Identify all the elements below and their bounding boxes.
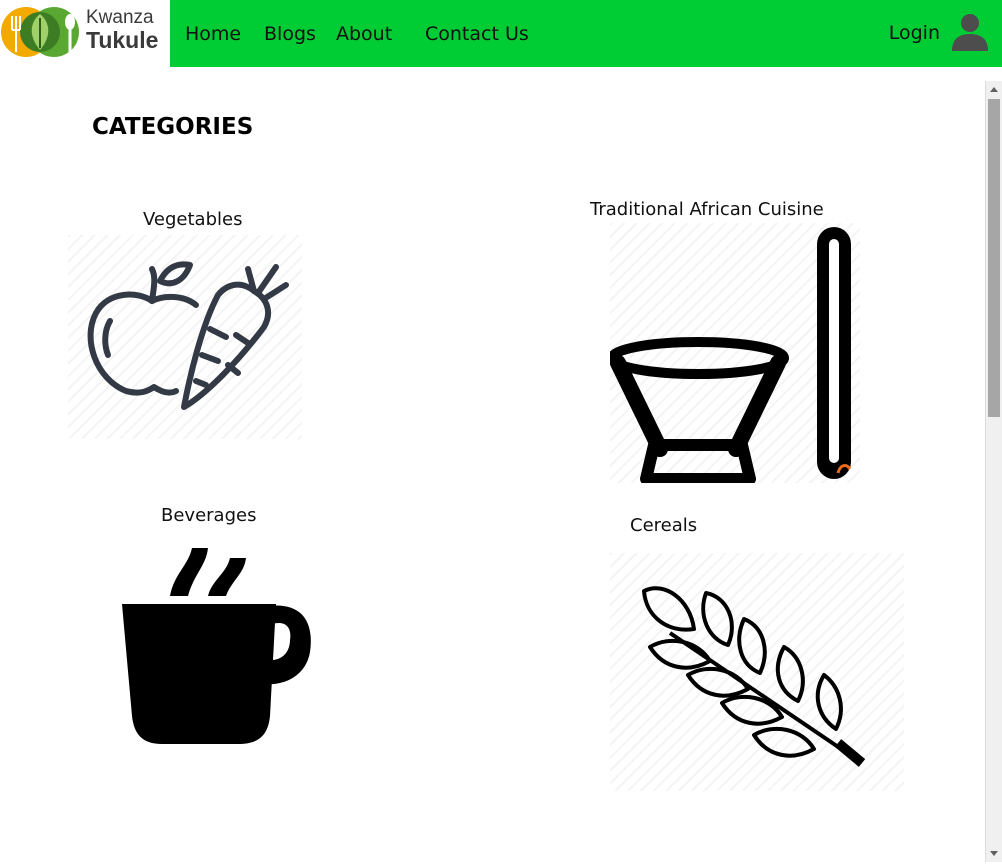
category-card-beverages[interactable]	[108, 540, 318, 750]
category-card-cereals[interactable]	[610, 553, 904, 791]
category-label-beverages[interactable]: Beverages	[161, 505, 256, 526]
category-card-vegetables[interactable]	[68, 235, 302, 439]
user-icon[interactable]	[950, 11, 990, 51]
apple-carrot-icon	[87, 261, 289, 410]
nav-blogs[interactable]: Blogs	[264, 23, 316, 45]
logo[interactable]: Kwanza Tukule	[0, 0, 170, 67]
nav-contact-us[interactable]: Contact Us	[425, 23, 529, 45]
category-label-cereals[interactable]: Cereals	[630, 515, 697, 536]
scroll-down-button[interactable]	[986, 845, 1002, 862]
nav-about[interactable]: About	[336, 23, 392, 45]
logo-text-line1: Kwanza	[86, 7, 154, 28]
logo-emblem-icon	[1, 7, 79, 57]
coffee-mug-icon	[122, 548, 311, 744]
scroll-up-button[interactable]	[986, 81, 1002, 98]
login-link[interactable]: Login	[889, 22, 940, 44]
category-label-traditional-african-cuisine[interactable]: Traditional African Cuisine	[590, 199, 824, 220]
navbar: Home Blogs About Contact Us Login	[170, 0, 1002, 67]
category-card-traditional-african-cuisine[interactable]	[610, 223, 860, 483]
page-title: CATEGORIES	[92, 114, 254, 140]
scroll-thumb[interactable]	[988, 99, 1000, 417]
arrow-down-icon	[990, 851, 998, 856]
logo-text-line2: Tukule	[86, 27, 159, 53]
category-label-vegetables[interactable]: Vegetables	[143, 209, 242, 230]
wheat-icon	[642, 586, 866, 767]
arrow-up-icon	[990, 87, 998, 92]
mortar-pestle-icon	[610, 227, 852, 483]
nav-home[interactable]: Home	[185, 23, 241, 45]
vertical-scrollbar[interactable]	[985, 81, 1002, 862]
